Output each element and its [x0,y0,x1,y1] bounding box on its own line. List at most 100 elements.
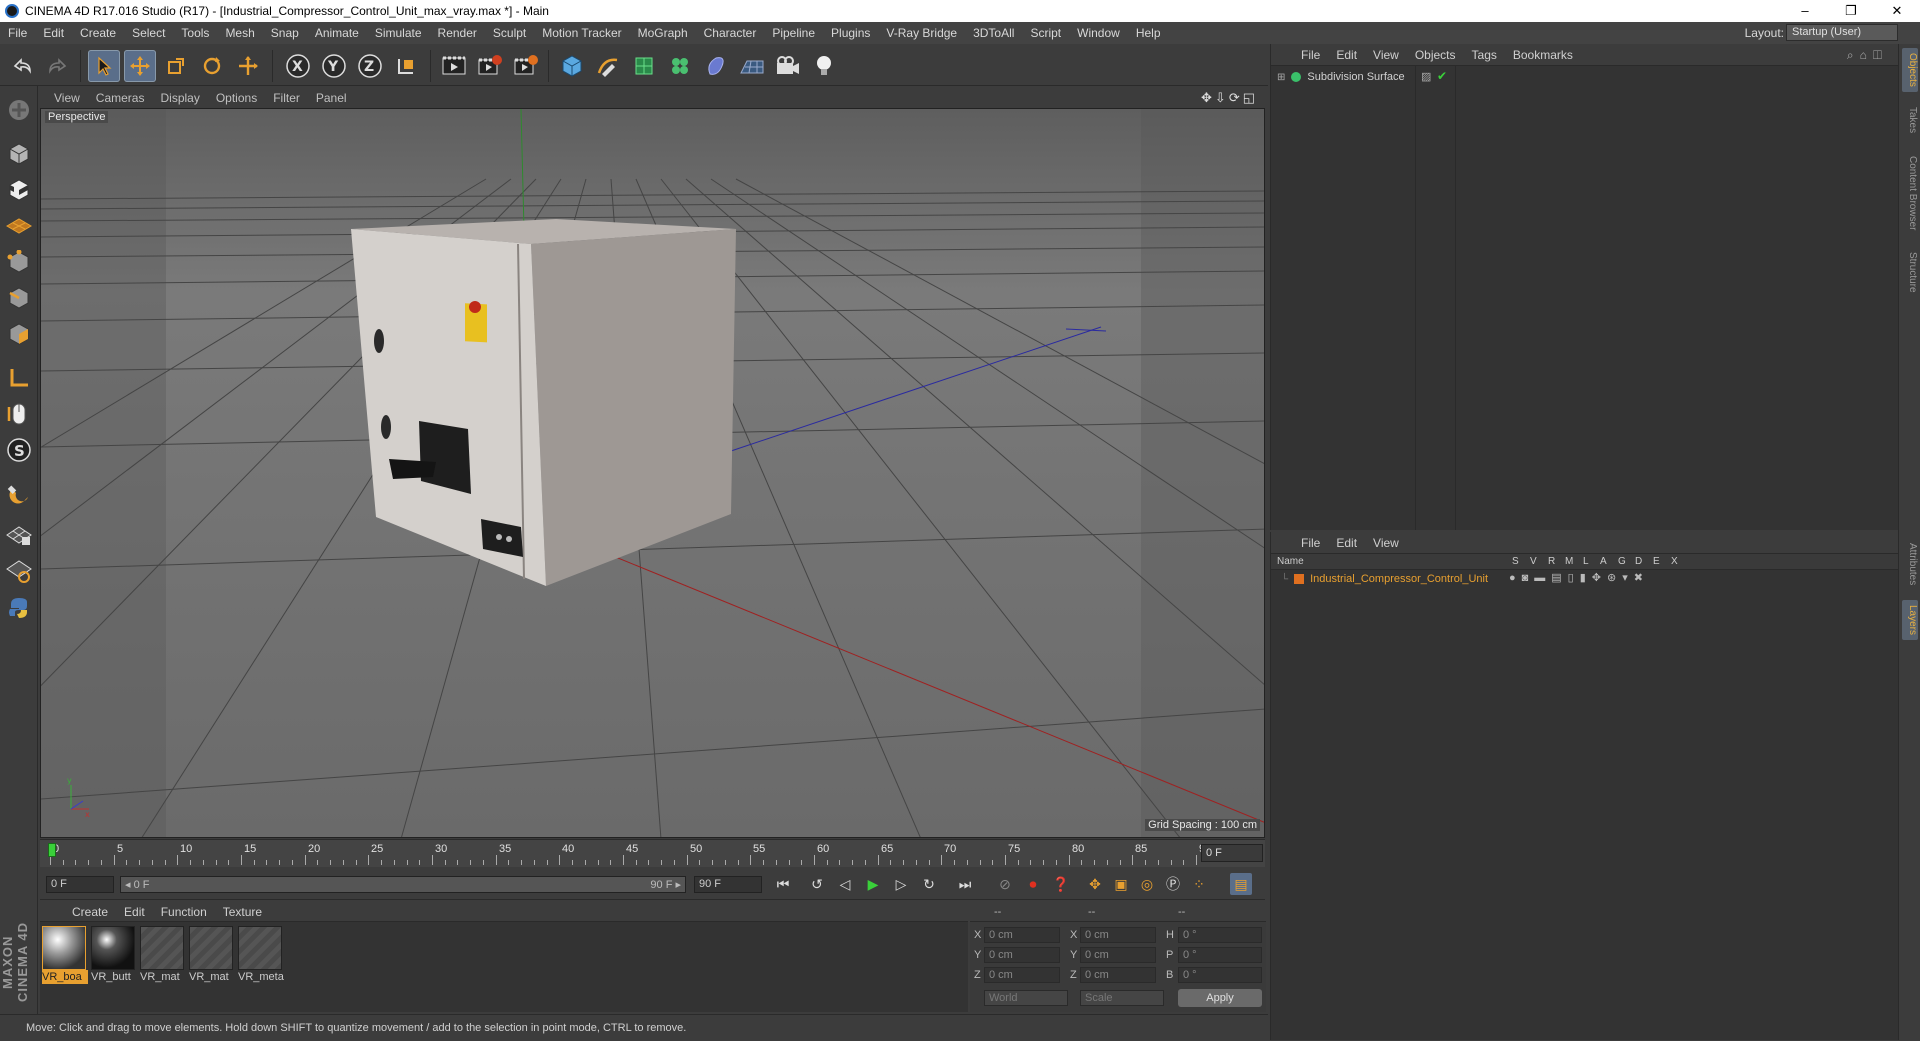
menu-mograph[interactable]: MoGraph [630,26,696,40]
autokey-icon[interactable]: ⏺ [1022,873,1044,895]
tab-attributes[interactable]: Attributes [1902,534,1918,594]
model-mode-icon[interactable] [3,138,35,170]
polygons-mode-icon[interactable] [3,318,35,350]
go-to-end-icon[interactable]: ⏭ [954,873,976,895]
cloner-icon[interactable] [664,50,696,82]
transform-tool-icon[interactable] [232,50,264,82]
subdivision-surface-icon[interactable] [628,50,660,82]
tab-content-browser[interactable]: Content Browser [1902,148,1918,238]
tab-takes[interactable]: Takes [1902,102,1918,138]
material-swatch[interactable]: VR_mat [140,926,186,984]
object-menu-file[interactable]: File [1293,48,1328,62]
magnet-icon[interactable] [3,478,35,510]
start-frame-field[interactable]: 0 F [46,876,114,893]
menu-file[interactable]: File [0,26,35,40]
tweak-mode-icon[interactable] [3,398,35,430]
size-z-field[interactable]: 0 cm [1080,967,1156,983]
snap-toggle-icon[interactable]: S [3,434,35,466]
render-to-picture-viewer-icon[interactable] [474,50,506,82]
material-menu-function[interactable]: Function [153,905,215,919]
viewport-menu-options[interactable]: Options [208,91,265,105]
next-key-icon[interactable]: ↻ [918,873,940,895]
menu-snap[interactable]: Snap [263,26,307,40]
layer-menu-view[interactable]: View [1365,536,1407,550]
material-swatch[interactable]: VR_butt [91,926,137,984]
visibility-toggle-icon[interactable]: ▨ [1421,70,1431,83]
render-view-icon[interactable] [438,50,470,82]
playhead[interactable] [48,843,56,857]
current-frame-field[interactable]: 0 F [1201,844,1263,862]
layer-name[interactable]: Industrial_Compressor_Control_Unit [1310,573,1488,585]
layer-menu-file[interactable]: File [1293,536,1328,550]
previous-frame-icon[interactable]: ◁ [834,873,856,895]
object-menu-objects[interactable]: Objects [1407,48,1464,62]
material-menu-create[interactable]: Create [64,905,116,919]
workplane-mode-icon[interactable] [3,210,35,242]
next-frame-icon[interactable]: ▷ [890,873,912,895]
timeline-ruler[interactable]: 051015202530354045505560657075808590 0 F [40,839,1265,867]
edges-mode-icon[interactable] [3,282,35,314]
redo-button[interactable] [42,50,74,82]
menu-character[interactable]: Character [696,26,765,40]
key-pla-icon[interactable]: ⁘ [1188,873,1210,895]
layer-row[interactable]: └ Industrial_Compressor_Control_Unit ●◙▬… [1271,570,1898,588]
expand-icon[interactable]: ⊞ [1277,72,1285,83]
key-rotation-icon[interactable]: ◎ [1136,873,1158,895]
key-parameter-icon[interactable]: Ⓟ [1162,873,1184,895]
coordinate-mode-select[interactable]: World [984,990,1068,1006]
axis-mode-icon[interactable] [3,362,35,394]
menu-render[interactable]: Render [430,26,485,40]
render-settings-icon[interactable] [510,50,542,82]
menu-pipeline[interactable]: Pipeline [764,26,823,40]
viewport-menu-panel[interactable]: Panel [308,91,355,105]
go-to-start-icon[interactable]: ⏮ [772,873,794,895]
layer-color-swatch[interactable] [1294,574,1305,584]
light-icon[interactable] [808,50,840,82]
coordinate-system-icon[interactable] [390,50,422,82]
material-menu-edit[interactable]: Edit [116,905,153,919]
menu-motion-tracker[interactable]: Motion Tracker [534,26,629,40]
menu-window[interactable]: Window [1069,26,1128,40]
key-position-icon[interactable]: ✥ [1084,873,1106,895]
menu-mesh[interactable]: Mesh [217,26,262,40]
viewport-menu-filter[interactable]: Filter [265,91,308,105]
material-swatch[interactable]: VR_meta [238,926,284,984]
object-menu-bookmarks[interactable]: Bookmarks [1505,48,1581,62]
object-menu-view[interactable]: View [1365,48,1407,62]
cube-primitive-icon[interactable] [556,50,588,82]
menu-edit[interactable]: Edit [35,26,72,40]
floor-icon[interactable] [736,50,768,82]
timeline-window-icon[interactable]: ▤ [1230,873,1252,895]
menu-script[interactable]: Script [1022,26,1069,40]
keyframe-selection-icon[interactable]: ❓ [1050,873,1072,895]
menu-simulate[interactable]: Simulate [367,26,430,40]
x-axis-lock-icon[interactable]: X [282,50,314,82]
frame-range-slider[interactable]: ◂ 0 F 90 F ▸ [120,876,686,893]
material-swatch[interactable]: VR_mat [189,926,235,984]
rotation-p-field[interactable]: 0 ° [1178,947,1262,963]
end-frame-field[interactable]: 90 F [694,876,762,893]
texture-mode-icon[interactable] [3,174,35,206]
viewport-nav-icons[interactable]: ✥⇩⟳◱ [1201,90,1258,106]
menu-sculpt[interactable]: Sculpt [485,26,534,40]
viewport-menu-cameras[interactable]: Cameras [88,91,153,105]
material-swatch[interactable]: VR_boa [42,926,88,984]
lock-workplane-icon[interactable] [3,518,35,550]
menu-create[interactable]: Create [72,26,124,40]
tab-objects[interactable]: Objects [1902,48,1918,92]
planar-workplane-icon[interactable] [3,554,35,586]
move-tool-icon[interactable] [124,50,156,82]
record-keys-icon[interactable]: ⊘ [994,873,1016,895]
apply-button[interactable]: Apply [1178,989,1262,1007]
enabled-check-icon[interactable]: ✔ [1437,69,1447,83]
viewport-menu-view[interactable]: View [46,91,88,105]
undo-button[interactable] [6,50,38,82]
key-scale-icon[interactable]: ▣ [1110,873,1132,895]
z-axis-lock-icon[interactable]: Z [354,50,386,82]
maximize-button[interactable]: ❐ [1828,0,1874,22]
object-menu-tags[interactable]: Tags [1464,48,1505,62]
play-icon[interactable]: ▶ [862,873,884,895]
deformer-icon[interactable] [700,50,732,82]
live-selection-icon[interactable] [88,50,120,82]
position-y-field[interactable]: 0 cm [984,947,1060,963]
